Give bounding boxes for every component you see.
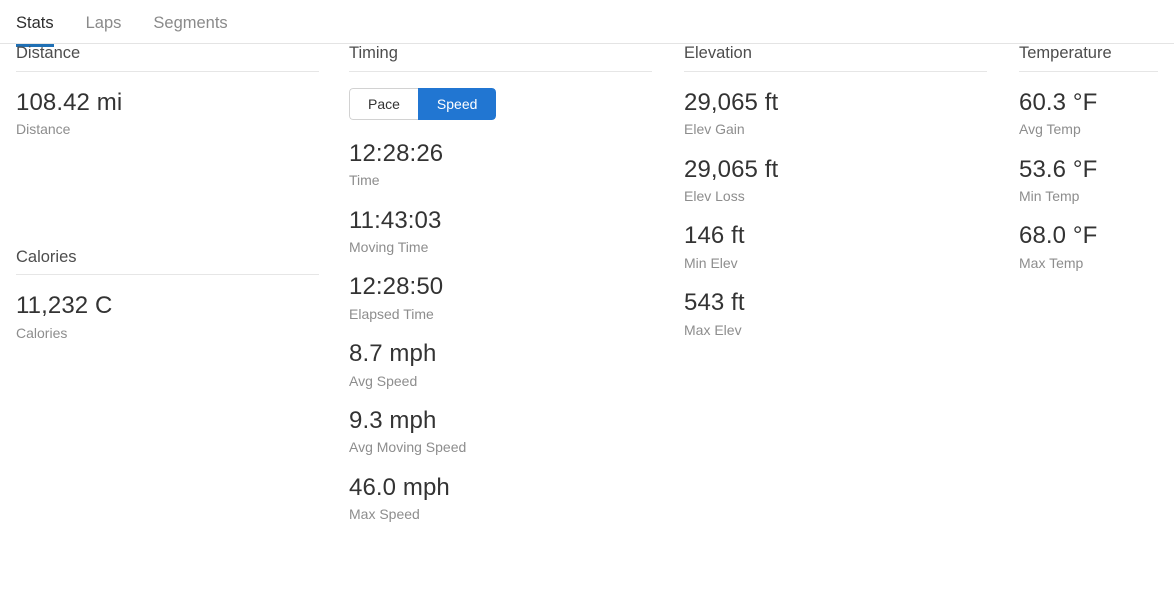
column-elevation: Elevation 29,065 ft Elev Gain 29,065 ft … [684,44,987,339]
stat-label: Min Elev [684,254,738,271]
stat-label: Calories [16,324,68,341]
tab-segments[interactable]: Segments [137,0,243,46]
toggle-option-speed[interactable]: Speed [417,87,497,120]
stat-label: Elev Loss [684,187,745,204]
stat-label: Max Elev [684,321,742,338]
stat-value: 146 ft [684,222,745,250]
stat-label: Avg Speed [349,372,418,389]
stat-time: 12:28:26 Time [349,140,652,190]
stat-value: 46.0 mph [349,473,450,501]
section-title-temperature: Temperature [1019,44,1158,72]
stat-value: 9.3 mph [349,407,437,435]
stat-label: Max Temp [1019,254,1084,271]
stat-label: Time [349,172,380,189]
toggle-option-pace-label: Pace [368,95,400,112]
stat-value: 8.7 mph [349,340,437,368]
stat-min-temp: 53.6 °F Min Temp [1019,156,1158,206]
stat-list-elevation: 29,065 ft Elev Gain 29,065 ft Elev Loss … [684,89,987,339]
stat-value: 108.42 mi [16,88,123,116]
stat-avg-moving-speed: 9.3 mph Avg Moving Speed [349,407,652,457]
stat-max-temp: 68.0 °F Max Temp [1019,222,1158,272]
stats-panel: Distance 108.42 mi Distance Calories 11,… [0,44,1174,592]
column-timing: Timing Pace Speed 12:28:26 Time 11:43:03… [349,44,652,524]
stat-label: Elev Gain [684,121,745,138]
column-temperature: Temperature 60.3 °F Avg Temp 53.6 °F Min… [1019,44,1158,272]
stat-list-timing: 12:28:26 Time 11:43:03 Moving Time 12:28… [349,140,652,524]
stat-list-distance: 108.42 mi Distance [16,89,319,139]
stat-list-temperature: 60.3 °F Avg Temp 53.6 °F Min Temp 68.0 °… [1019,89,1158,272]
tab-laps[interactable]: Laps [70,0,138,46]
toggle-option-pace[interactable]: Pace [349,87,418,120]
stat-value: 53.6 °F [1019,155,1098,183]
section-title-calories: Calories [16,248,319,276]
tab-stats-label: Stats [16,14,54,32]
stat-value: 29,065 ft [684,88,779,116]
stat-label: Avg Temp [1019,121,1081,138]
stat-label: Avg Moving Speed [349,439,467,456]
stat-elev-loss: 29,065 ft Elev Loss [684,156,987,206]
stat-value: 60.3 °F [1019,88,1098,116]
stat-label: Moving Time [349,238,429,255]
stat-value: 68.0 °F [1019,222,1098,250]
section-title-elevation: Elevation [684,44,987,72]
stat-list-calories: 11,232 C Calories [16,292,319,342]
stat-calories: 11,232 C Calories [16,292,319,342]
stat-label: Elapsed Time [349,305,434,322]
stat-value: 11,232 C [16,292,113,320]
stat-value: 543 ft [684,289,745,317]
stat-min-elev: 146 ft Min Elev [684,222,987,272]
stat-value: 29,065 ft [684,155,779,183]
section-title-distance: Distance [16,44,319,72]
stat-max-speed: 46.0 mph Max Speed [349,474,652,524]
stat-value: 11:43:03 [349,206,442,234]
toggle-option-speed-label: Speed [436,95,478,112]
column-distance: Distance 108.42 mi Distance Calories 11,… [16,44,319,342]
section-title-timing: Timing [349,44,652,72]
stat-elapsed-time: 12:28:50 Elapsed Time [349,273,652,323]
stat-value: 12:28:26 [349,139,444,167]
stat-moving-time: 11:43:03 Moving Time [349,207,652,257]
stat-elev-gain: 29,065 ft Elev Gain [684,89,987,139]
stat-avg-speed: 8.7 mph Avg Speed [349,340,652,390]
stat-label: Min Temp [1019,187,1080,204]
stat-label: Distance [16,121,71,138]
stat-value: 12:28:50 [349,273,444,301]
stat-label: Max Speed [349,506,420,523]
stat-avg-temp: 60.3 °F Avg Temp [1019,89,1158,139]
stat-distance: 108.42 mi Distance [16,89,319,139]
tab-segments-label: Segments [153,14,228,32]
pace-speed-toggle: Pace Speed [349,87,497,120]
tab-bar: Stats Laps Segments [0,0,1174,46]
stat-max-elev: 543 ft Max Elev [684,289,987,339]
tab-laps-label: Laps [85,14,122,32]
tab-stats[interactable]: Stats [16,0,70,46]
